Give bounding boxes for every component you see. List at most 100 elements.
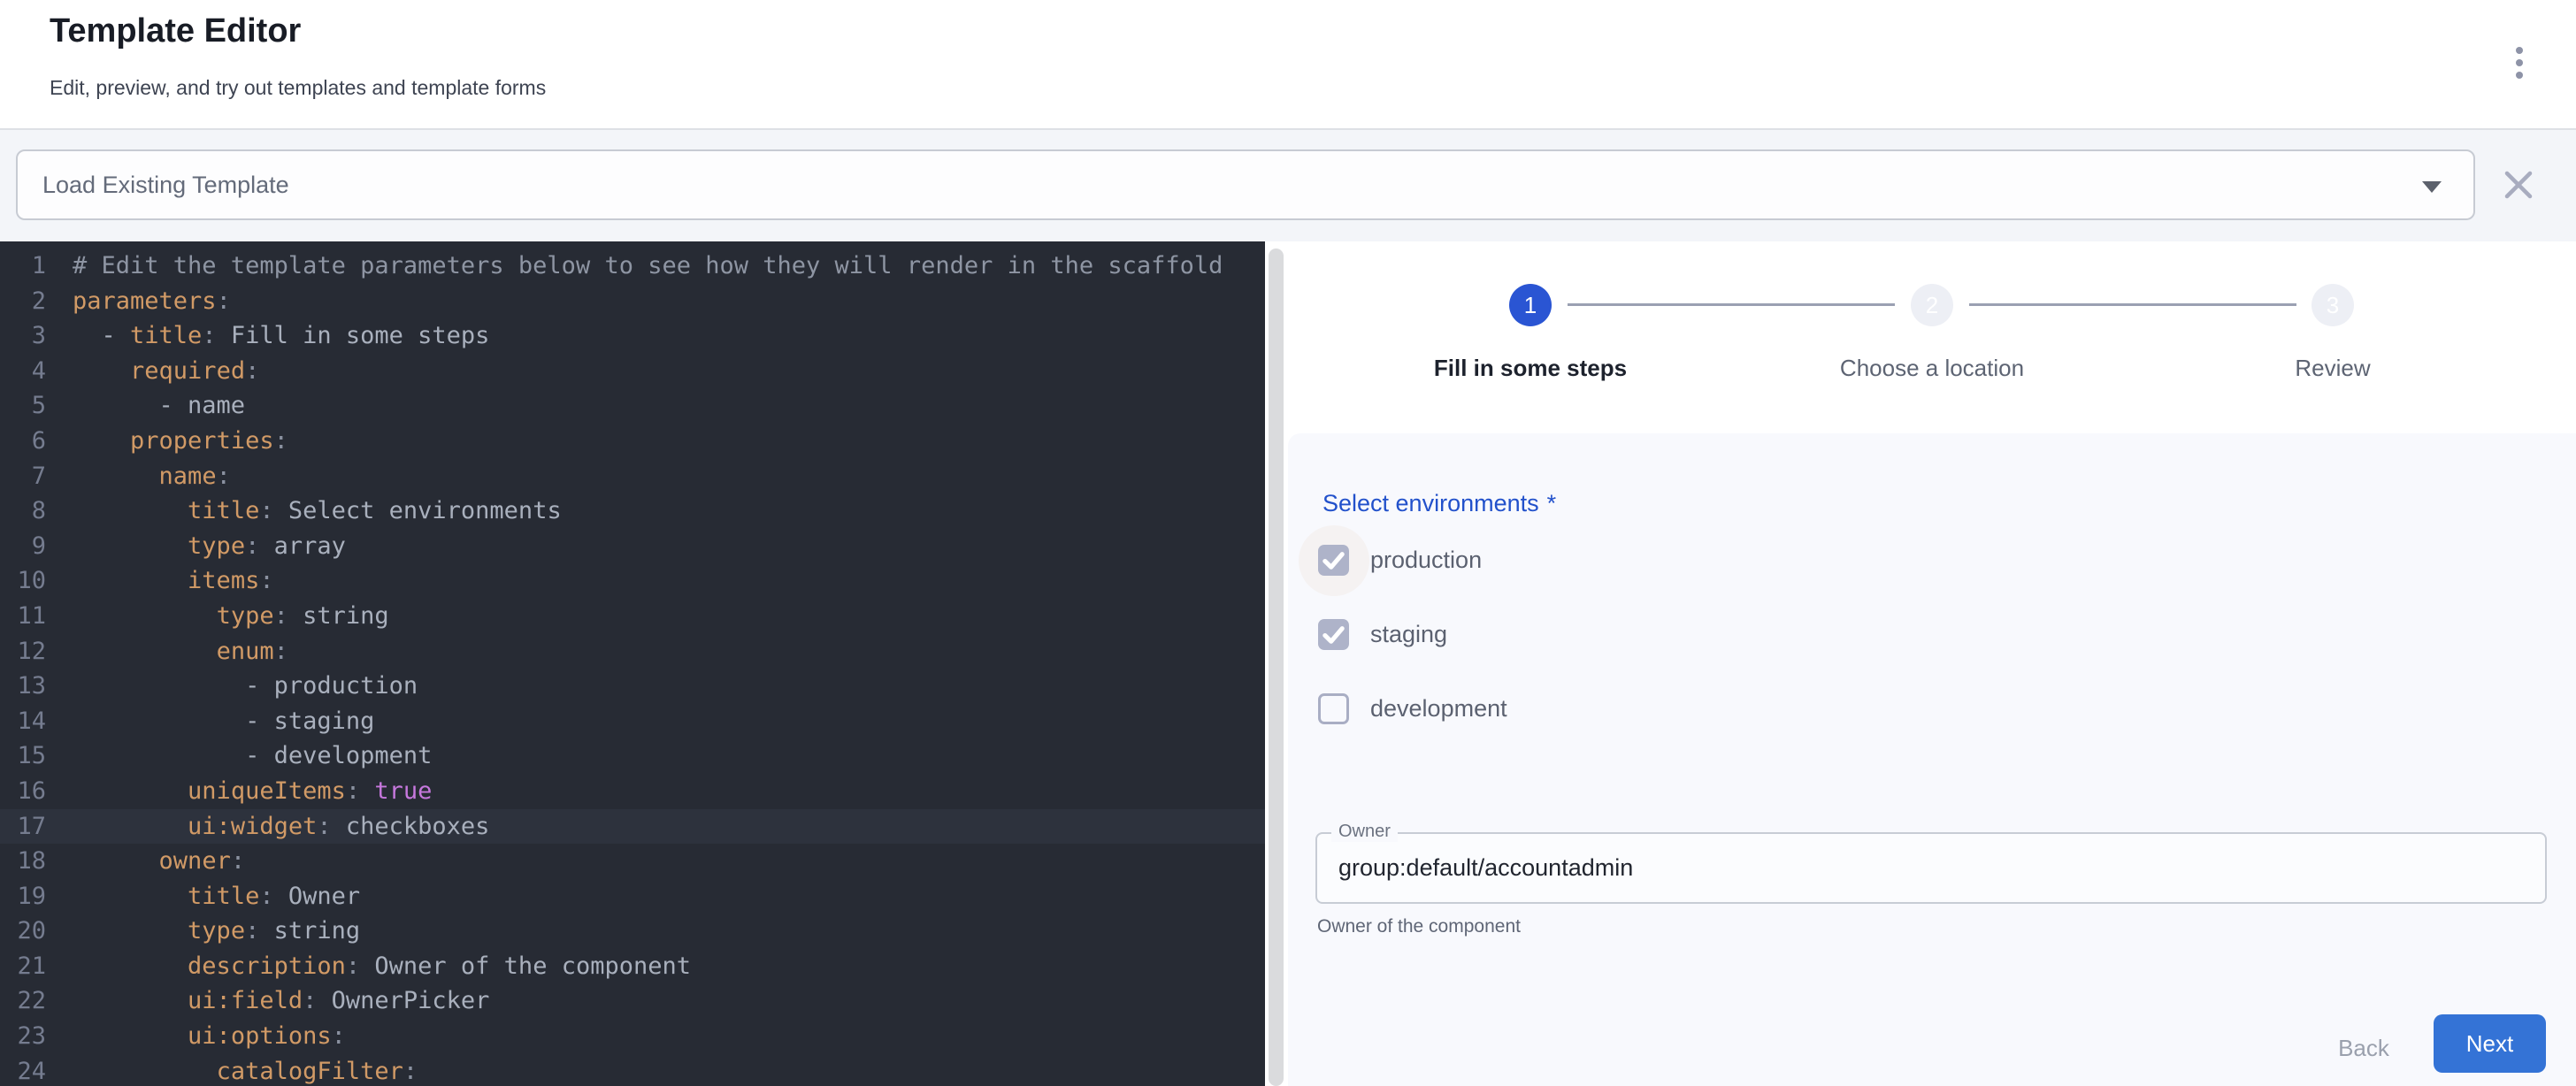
step-1-label: Fill in some steps <box>1336 355 1725 382</box>
close-button[interactable] <box>2496 163 2541 207</box>
code-text: uniqueItems: true <box>46 774 432 809</box>
close-icon <box>2496 163 2541 207</box>
checkmark-icon <box>1318 619 1349 650</box>
code-line[interactable]: 2parameters: <box>0 284 1265 319</box>
line-number: 21 <box>0 949 46 984</box>
code-line[interactable]: 21 description: Owner of the component <box>0 949 1265 984</box>
code-text: - development <box>46 738 432 774</box>
owner-field <box>1315 832 2547 904</box>
environment-checkbox-group: production staging development <box>1318 545 1507 768</box>
checkbox-staging[interactable] <box>1318 619 1349 650</box>
step-3-circle[interactable]: 3 <box>2312 284 2354 326</box>
page-title: Template Editor <box>50 12 301 50</box>
code-line[interactable]: 16 uniqueItems: true <box>0 774 1265 809</box>
environments-field-label: Select environments* <box>1322 490 1556 517</box>
line-number: 24 <box>0 1054 46 1086</box>
code-text: items: <box>46 563 274 599</box>
code-line[interactable]: 12 enum: <box>0 634 1265 669</box>
code-text: # Edit the template parameters below to … <box>46 249 1223 284</box>
stepper-connector <box>1568 303 1895 306</box>
code-line[interactable]: 19 title: Owner <box>0 879 1265 914</box>
code-line[interactable]: 20 type: string <box>0 914 1265 949</box>
code-line[interactable]: 8 title: Select environments <box>0 493 1265 529</box>
code-text: - staging <box>46 704 374 739</box>
code-text: properties: <box>46 424 288 459</box>
line-number: 20 <box>0 914 46 949</box>
code-line[interactable]: 3 - title: Fill in some steps <box>0 318 1265 354</box>
code-text: owner: <box>46 844 245 879</box>
code-line[interactable]: 6 properties: <box>0 424 1265 459</box>
line-number: 5 <box>0 388 46 424</box>
code-line[interactable]: 18 owner: <box>0 844 1265 879</box>
line-number: 3 <box>0 318 46 354</box>
editor-scrollbar[interactable] <box>1269 249 1284 1086</box>
code-line[interactable]: 10 items: <box>0 563 1265 599</box>
code-line[interactable]: 1# Edit the template parameters below to… <box>0 249 1265 284</box>
code-text: title: Select environments <box>46 493 562 529</box>
owner-input[interactable] <box>1338 834 2515 902</box>
template-editor-page: Template Editor Edit, preview, and try o… <box>0 0 2576 1086</box>
stepper-connector <box>1969 303 2296 306</box>
line-number: 15 <box>0 738 46 774</box>
checkbox-label[interactable]: staging <box>1370 621 1447 648</box>
load-template-bar: Load Existing Template <box>0 130 2576 241</box>
code-text: type: string <box>46 599 389 634</box>
line-number: 13 <box>0 669 46 704</box>
checkbox-row: development <box>1318 693 1507 724</box>
code-line[interactable]: 9 type: array <box>0 529 1265 564</box>
code-text: description: Owner of the component <box>46 949 691 984</box>
step-2-circle[interactable]: 2 <box>1911 284 1953 326</box>
code-line[interactable]: 22 ui:field: OwnerPicker <box>0 983 1265 1019</box>
code-line[interactable]: 4 required: <box>0 354 1265 389</box>
checkbox-row: staging <box>1318 619 1507 650</box>
code-line[interactable]: 14 - staging <box>0 704 1265 739</box>
kebab-menu-icon <box>2516 47 2523 54</box>
line-number: 10 <box>0 563 46 599</box>
code-text: type: string <box>46 914 360 949</box>
code-line[interactable]: 15 - development <box>0 738 1265 774</box>
owner-field-label: Owner <box>1331 821 1398 842</box>
checkbox-development[interactable] <box>1318 693 1349 724</box>
template-preview-panel: 1 Fill in some steps 2 Choose a location 3 Re… <box>1284 241 2576 1086</box>
back-button[interactable]: Back <box>2302 1027 2426 1069</box>
required-asterisk: * <box>1547 490 1557 516</box>
line-number: 16 <box>0 774 46 809</box>
step-3-label: Review <box>2138 355 2527 382</box>
owner-helper-text: Owner of the component <box>1317 916 1521 937</box>
code-line[interactable]: 24 catalogFilter: <box>0 1054 1265 1086</box>
code-line[interactable]: 11 type: string <box>0 599 1265 634</box>
checkbox-label[interactable]: production <box>1370 547 1482 574</box>
more-options-button[interactable] <box>2493 32 2546 94</box>
line-number: 7 <box>0 459 46 494</box>
line-number: 8 <box>0 493 46 529</box>
form-panel: Select environments* production staging de… <box>1288 433 2576 1086</box>
checkbox-row: production <box>1318 545 1507 576</box>
checkbox-label[interactable]: development <box>1370 695 1507 723</box>
checkbox-production[interactable] <box>1318 545 1349 576</box>
checkmark-icon <box>1318 545 1349 576</box>
load-template-select-value: Load Existing Template <box>42 172 289 199</box>
line-number: 23 <box>0 1019 46 1054</box>
code-line[interactable]: 5 - name <box>0 388 1265 424</box>
code-text: name: <box>46 459 231 494</box>
code-text: ui:widget: checkboxes <box>46 809 489 845</box>
code-text: type: array <box>46 529 346 564</box>
code-text: catalogFilter: <box>46 1054 418 1086</box>
step-1-circle[interactable]: 1 <box>1509 284 1552 326</box>
line-number: 17 <box>0 809 46 845</box>
line-number: 9 <box>0 529 46 564</box>
code-text: - name <box>46 388 245 424</box>
line-number: 22 <box>0 983 46 1019</box>
stepper: 1 Fill in some steps 2 Choose a location 3 Re… <box>1284 241 2576 433</box>
code-line[interactable]: 13 - production <box>0 669 1265 704</box>
code-line[interactable]: 7 name: <box>0 459 1265 494</box>
code-line[interactable]: 23 ui:options: <box>0 1019 1265 1054</box>
step-2-label: Choose a location <box>1737 355 2127 382</box>
yaml-code-editor[interactable]: 1# Edit the template parameters below to… <box>0 241 1265 1086</box>
line-number: 12 <box>0 634 46 669</box>
load-template-select[interactable]: Load Existing Template <box>16 149 2475 220</box>
next-button[interactable]: Next <box>2434 1014 2546 1073</box>
line-number: 4 <box>0 354 46 389</box>
code-line[interactable]: 17 ui:widget: checkboxes <box>0 809 1265 845</box>
code-lines: 1# Edit the template parameters below to… <box>0 249 1265 1086</box>
